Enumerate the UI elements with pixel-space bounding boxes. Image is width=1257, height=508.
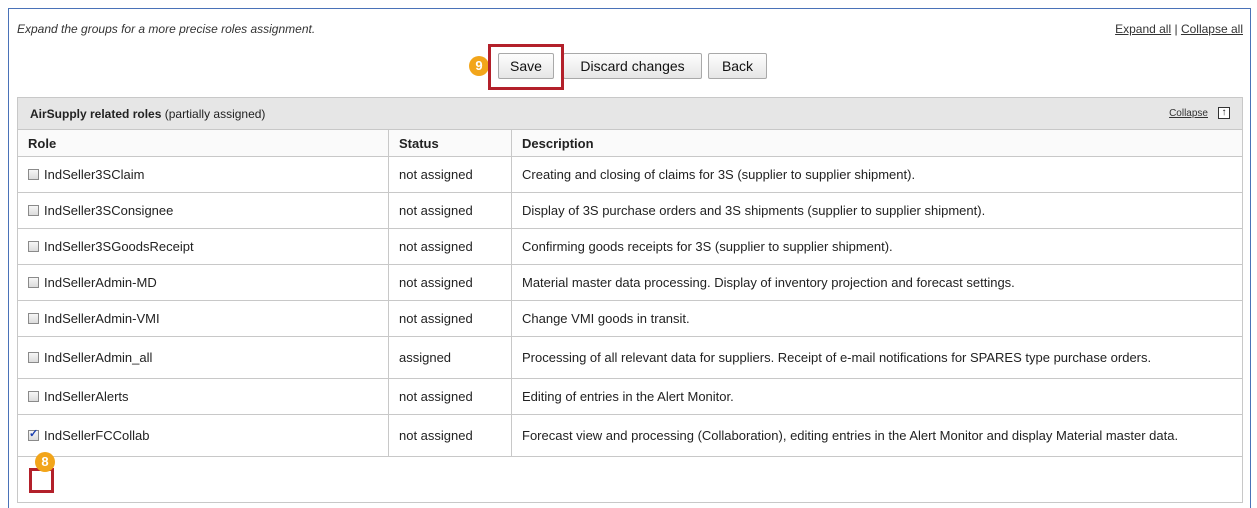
expand-collapse-links: Expand all | Collapse all [1115, 22, 1243, 36]
description-cell: Processing of all relevant data for supp… [511, 336, 1242, 379]
table-row: IndSeller3SConsignee not assigned Display … [18, 192, 1242, 229]
status-cell: assigned [388, 336, 512, 379]
save-highlight-box [488, 44, 564, 90]
discard-changes-button[interactable]: Discard changes [563, 53, 702, 79]
role-name: IndSellerAdmin-VMI [44, 311, 160, 326]
group-state: (partially assigned) [164, 107, 266, 121]
status-cell: not assigned [388, 264, 512, 301]
checkbox-highlight-box [29, 468, 54, 493]
role-name: IndSellerAdmin-MD [44, 275, 157, 290]
role-checkbox[interactable] [28, 313, 39, 324]
description-cell: Confirming goods receipts for 3S (suppli… [511, 228, 1242, 265]
role-name: IndSellerAdmin_all [44, 350, 153, 365]
role-name: IndSellerAlerts [44, 389, 129, 404]
group-header: AirSupply related roles (partially assig… [18, 98, 1242, 130]
group-title: AirSupply related roles (partially assig… [30, 107, 265, 121]
role-cell: IndSeller3SConsignee [18, 192, 389, 229]
status-cell: not assigned [388, 414, 512, 457]
table-row: IndSeller3SClaim not assigned Creating and… [18, 156, 1242, 193]
status-cell: not assigned [388, 192, 512, 229]
description-cell: Editing of entries in the Alert Monitor. [511, 378, 1242, 415]
table-row: IndSeller3SGoodsReceipt not assigned Confi… [18, 228, 1242, 265]
role-cell: IndSellerAdmin-VMI [18, 300, 389, 337]
role-checkbox[interactable] [28, 427, 39, 441]
role-cell: IndSeller3SClaim [18, 156, 389, 193]
role-name: IndSeller3SClaim [44, 167, 145, 182]
role-cell: IndSellerAlerts [18, 378, 389, 415]
role-cell: IndSellerAdmin-MD [18, 264, 389, 301]
description-cell: Creating and closing of claims for 3S (s… [511, 156, 1242, 193]
expand-all-link[interactable]: Expand all [1115, 22, 1171, 36]
status-cell: not assigned [388, 378, 512, 415]
description-cell: Change VMI goods in transit. [511, 300, 1242, 337]
role-cell: IndSellerAdmin_all [18, 336, 389, 379]
table-row: IndSellerAdmin-MD not assigned Material ma… [18, 264, 1242, 301]
table-row: IndSellerAdmin_all assigned Processing of … [18, 336, 1242, 379]
roles-table-body: IndSeller3SClaim not assigned Creating and… [18, 156, 1242, 457]
description-cell: Display of 3S purchase orders and 3S shi… [511, 192, 1242, 229]
role-checkbox[interactable] [28, 241, 39, 252]
role-cell: IndSeller3SGoodsReceipt [18, 228, 389, 265]
back-button[interactable]: Back [708, 53, 767, 79]
role-name: IndSellerFCCollab [44, 428, 150, 443]
column-header-status: Status [388, 130, 512, 157]
status-cell: not assigned [388, 228, 512, 265]
column-header-description: Description [511, 130, 1242, 157]
table-row: IndSellerFCCollab not assignedForecast vi… [18, 414, 1242, 457]
role-checkbox[interactable] [28, 391, 39, 402]
table-row: IndSellerAdmin-VMI not assigned Change VMI… [18, 300, 1242, 337]
role-checkbox[interactable] [28, 352, 39, 363]
roles-table: Role Status Description IndSeller3SClaim… [18, 130, 1242, 457]
role-checkbox[interactable] [28, 205, 39, 216]
status-cell: not assigned [388, 300, 512, 337]
link-separator: | [1174, 22, 1178, 36]
group-name: AirSupply related roles [30, 107, 162, 121]
description-cell: Forecast view and processing (Collaborat… [511, 414, 1242, 457]
action-toolbar: Save Discard changes Back [0, 53, 1257, 81]
role-cell: IndSellerFCCollab [18, 414, 389, 457]
role-checkbox[interactable] [28, 277, 39, 288]
table-row: IndSellerAlerts not assigned Editing of en… [18, 378, 1242, 415]
roles-group-panel: AirSupply related roles (partially assig… [17, 97, 1243, 503]
collapse-all-link[interactable]: Collapse all [1181, 22, 1243, 36]
column-header-role: Role [18, 130, 389, 157]
role-checkbox[interactable] [28, 169, 39, 180]
role-name: IndSeller3SGoodsReceipt [44, 239, 194, 254]
step-badge-checkbox: 8 [35, 452, 55, 472]
status-cell: not assigned [388, 156, 512, 193]
description-cell: Material master data processing. Display… [511, 264, 1242, 301]
instruction-text: Expand the groups for a more precise rol… [17, 22, 316, 36]
collapse-group-link[interactable]: Collapse [1169, 108, 1208, 119]
collapse-up-icon[interactable]: ↑ [1218, 107, 1230, 119]
role-name: IndSeller3SConsignee [44, 203, 174, 218]
